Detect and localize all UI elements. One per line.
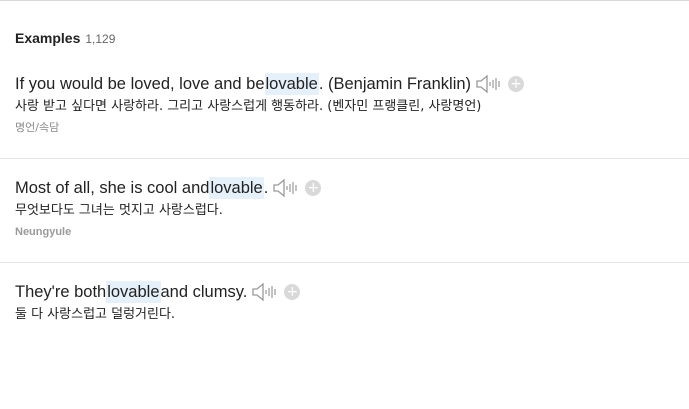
- examples-count: 1,129: [85, 32, 116, 46]
- example-sentence: They're both lovable and clumsy. +: [15, 281, 689, 303]
- speaker-icon[interactable]: [475, 74, 501, 94]
- examples-title: Examples: [15, 30, 81, 46]
- example-item: They're both lovable and clumsy. + 둘 다 사…: [15, 281, 689, 324]
- divider: [0, 158, 689, 159]
- example-translation: 무엇보다도 그녀는 멋지고 사랑스럽다.: [15, 203, 223, 218]
- sentence-text: and clumsy.: [160, 283, 248, 301]
- example-translation: 둘 다 사랑스럽고 덜렁거린다.: [15, 307, 176, 322]
- highlighted-word[interactable]: lovable: [209, 177, 264, 199]
- example-sentence: If you would be loved, love and be lovab…: [15, 73, 689, 95]
- speaker-icon[interactable]: [251, 282, 277, 302]
- example-translation: 사랑 받고 싶다면 사랑하라. 그리고 사랑스럽게 행동하라. (벤자민 프랭클…: [15, 99, 482, 114]
- sentence-text: . (Benjamin Franklin): [318, 75, 472, 93]
- example-source: 명언/속담: [15, 121, 60, 134]
- speaker-icon[interactable]: [272, 178, 298, 198]
- examples-header: Examples 1,129: [15, 30, 115, 46]
- example-item: Most of all, she is cool and lovable . +…: [15, 177, 689, 239]
- example-sentence: Most of all, she is cool and lovable . +: [15, 177, 689, 199]
- examples-panel: Examples 1,129 If you would be loved, lo…: [0, 0, 689, 409]
- add-icon[interactable]: +: [508, 76, 525, 92]
- add-icon[interactable]: +: [284, 284, 301, 300]
- highlighted-word[interactable]: lovable: [264, 73, 319, 95]
- sentence-text: Most of all, she is cool and: [15, 179, 210, 197]
- example-source: Neungyule: [15, 226, 72, 238]
- divider: [0, 262, 689, 263]
- sentence-text: If you would be loved, love and be: [15, 75, 265, 93]
- example-item: If you would be loved, love and be lovab…: [15, 73, 689, 135]
- sentence-text: .: [263, 179, 269, 197]
- sentence-text: They're both: [15, 283, 107, 301]
- add-icon[interactable]: +: [305, 180, 322, 196]
- highlighted-word[interactable]: lovable: [106, 281, 161, 303]
